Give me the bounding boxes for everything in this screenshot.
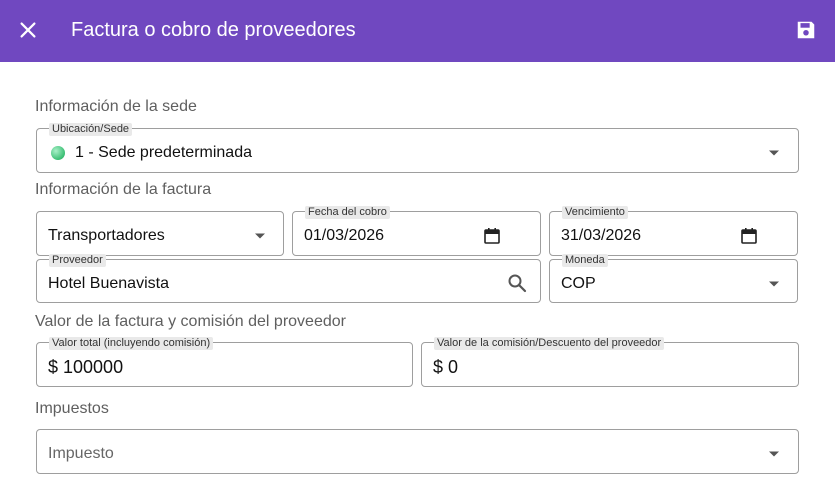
fecha-cobro-label: Fecha del cobro: [305, 206, 390, 219]
sede-select[interactable]: Ubicación/Sede 1 - Sede predeterminada: [36, 123, 799, 173]
valor-comision-label: Valor de la comisión/Descuento del prove…: [434, 337, 665, 350]
calendar-icon[interactable]: [483, 227, 501, 245]
valor-comision-input[interactable]: Valor de la comisión/Descuento del prove…: [421, 337, 799, 387]
status-dot-icon: [51, 146, 65, 160]
vencimiento-label: Vencimiento: [562, 206, 628, 219]
section-title-factura: Información de la factura: [35, 181, 212, 198]
vencimiento-input[interactable]: Vencimiento 31/03/2026: [549, 206, 798, 256]
proveedor-value: Hotel Buenavista: [48, 275, 169, 292]
moneda-select[interactable]: Moneda COP: [549, 254, 798, 303]
valor-comision-value: $ 0: [433, 357, 459, 377]
valor-total-value: $ 100000: [48, 357, 124, 377]
vencimiento-value: 31/03/2026: [561, 227, 642, 244]
valor-total-label: Valor total (incluyendo comisión): [49, 337, 214, 350]
save-icon[interactable]: [795, 19, 817, 41]
chevron-down-icon: [255, 233, 265, 239]
tipo-select[interactable]: Transportadores: [36, 211, 284, 256]
search-icon[interactable]: [507, 273, 527, 293]
fecha-cobro-value: 01/03/2026: [304, 227, 385, 244]
proveedor-input[interactable]: Proveedor Hotel Buenavista: [36, 254, 541, 303]
page-title: Factura o cobro de proveedores: [71, 19, 356, 41]
calendar-icon[interactable]: [740, 227, 758, 245]
app-header: Factura o cobro de proveedores: [0, 0, 835, 62]
moneda-value: COP: [561, 275, 596, 292]
moneda-label: Moneda: [562, 254, 608, 267]
sede-value: 1 - Sede predeterminada: [75, 144, 252, 161]
section-title-sede: Información de la sede: [35, 98, 197, 115]
proveedor-label: Proveedor: [49, 254, 106, 267]
chevron-down-icon: [769, 150, 779, 156]
section-title-impuestos: Impuestos: [35, 400, 109, 417]
section-title-valor: Valor de la factura y comisión del prove…: [35, 313, 346, 330]
impuesto-select[interactable]: Impuesto: [36, 429, 799, 474]
sede-label: Ubicación/Sede: [49, 123, 133, 136]
valor-total-input[interactable]: Valor total (incluyendo comisión) $ 1000…: [36, 337, 413, 387]
chevron-down-icon: [769, 281, 779, 287]
close-icon[interactable]: [17, 19, 39, 41]
chevron-down-icon: [769, 451, 779, 457]
fecha-cobro-input[interactable]: Fecha del cobro 01/03/2026: [292, 206, 541, 256]
impuesto-placeholder: Impuesto: [48, 445, 114, 462]
tipo-value: Transportadores: [48, 227, 165, 244]
